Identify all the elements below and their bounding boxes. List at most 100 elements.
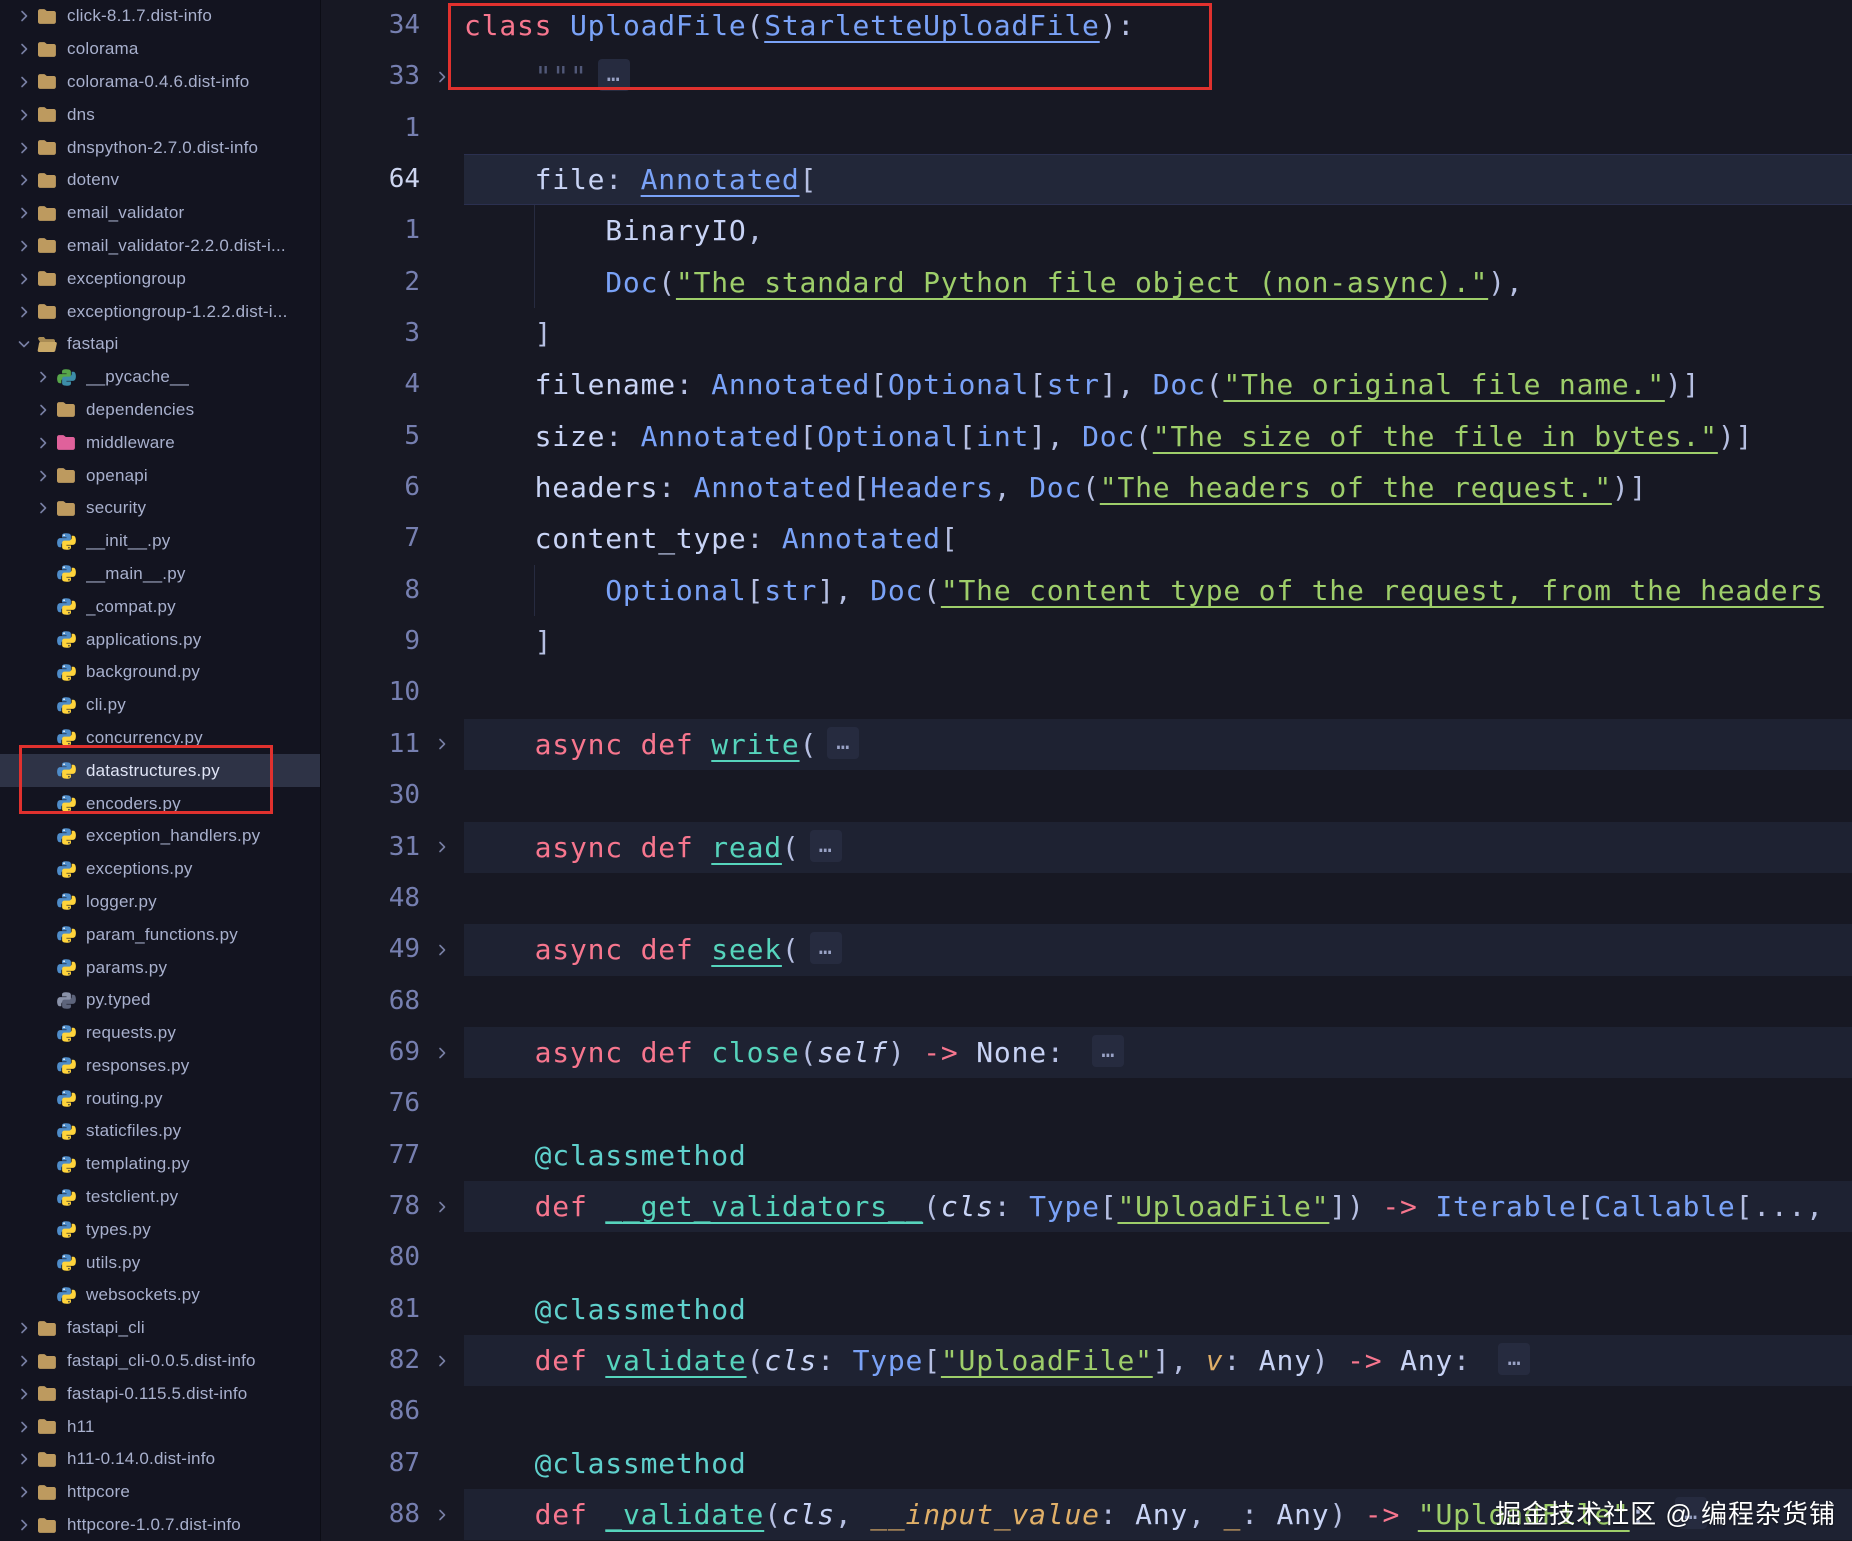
fold-chevron-icon[interactable] (420, 822, 464, 873)
tree-item-exceptiongroup-1-2-2-dist-i[interactable]: exceptiongroup-1.2.2.dist-i... (0, 295, 320, 328)
chevron-right-icon[interactable] (12, 8, 36, 24)
tree-item-main-py[interactable]: __main__.py (0, 558, 320, 591)
code-line[interactable]: 2 Doc("The standard Python file object (… (321, 256, 1852, 309)
fold-chevron-icon[interactable] (420, 1027, 464, 1078)
tree-item-exception-handlers-py[interactable]: exception_handlers.py (0, 820, 320, 853)
tree-item-openapi[interactable]: openapi (0, 459, 320, 492)
fold-chevron-icon[interactable] (420, 1335, 464, 1386)
tree-item-email-validator[interactable]: email_validator (0, 197, 320, 230)
tree-item-colorama[interactable]: colorama (0, 33, 320, 66)
code-line[interactable]: 68 (321, 976, 1852, 1027)
code-line[interactable]: 9 ] (321, 616, 1852, 667)
tree-item-responses-py[interactable]: responses.py (0, 1050, 320, 1083)
chevron-down-icon[interactable] (12, 336, 36, 352)
fold-placeholder[interactable]: … (827, 726, 860, 759)
tree-item-utils-py[interactable]: utils.py (0, 1246, 320, 1279)
chevron-right-icon[interactable] (12, 1451, 36, 1467)
tree-item-email-validator-2-2-0-dist-i[interactable]: email_validator-2.2.0.dist-i... (0, 230, 320, 263)
code-line[interactable]: 49 async def seek(… (321, 924, 1852, 976)
fold-placeholder[interactable]: … (809, 829, 842, 862)
tree-item-routing-py[interactable]: routing.py (0, 1082, 320, 1115)
code-line[interactable]: 76 (321, 1078, 1852, 1129)
tree-item-exceptiongroup[interactable]: exceptiongroup (0, 262, 320, 295)
chevron-right-icon[interactable] (31, 369, 55, 385)
code-line[interactable]: 64 file: Annotated[ (321, 154, 1852, 206)
tree-item-templating-py[interactable]: templating.py (0, 1148, 320, 1181)
chevron-right-icon[interactable] (12, 172, 36, 188)
fold-placeholder[interactable]: … (597, 59, 630, 92)
tree-item-colorama-0-4-6-dist-info[interactable]: colorama-0.4.6.dist-info (0, 66, 320, 99)
chevron-right-icon[interactable] (12, 205, 36, 221)
fold-chevron-icon[interactable] (420, 1181, 464, 1232)
tree-item-h11-0-14-0-dist-info[interactable]: h11-0.14.0.dist-info (0, 1443, 320, 1476)
chevron-right-icon[interactable] (31, 402, 55, 418)
tree-item-py-typed[interactable]: py.typed (0, 984, 320, 1017)
chevron-right-icon[interactable] (12, 1353, 36, 1369)
code-line[interactable]: 31 async def read(… (321, 821, 1852, 873)
tree-item-requests-py[interactable]: requests.py (0, 1017, 320, 1050)
tree-item-types-py[interactable]: types.py (0, 1213, 320, 1246)
code-line[interactable]: 30 (321, 770, 1852, 821)
tree-item-h11[interactable]: h11 (0, 1410, 320, 1443)
tree-item-httpcore-1-0-7-dist-info[interactable]: httpcore-1.0.7.dist-info (0, 1509, 320, 1541)
tree-item-logger-py[interactable]: logger.py (0, 886, 320, 919)
tree-item-datastructures-py[interactable]: datastructures.py (0, 754, 320, 788)
tree-item-staticfiles-py[interactable]: staticfiles.py (0, 1115, 320, 1148)
code-line[interactable]: 78 def __get_validators__(cls: Type["Upl… (321, 1180, 1852, 1233)
fold-chevron-icon[interactable] (420, 719, 464, 770)
code-line[interactable]: 69 async def close(self) -> None: … (321, 1026, 1852, 1079)
fold-chevron-icon[interactable] (420, 51, 464, 102)
tree-item-params-py[interactable]: params.py (0, 951, 320, 984)
code-line[interactable]: 7 content_type: Annotated[ (321, 513, 1852, 564)
chevron-right-icon[interactable] (12, 1517, 36, 1533)
code-line[interactable]: 5 size: Annotated[Optional[int], Doc("Th… (321, 411, 1852, 462)
tree-item-dns[interactable]: dns (0, 98, 320, 131)
tree-item-concurrency-py[interactable]: concurrency.py (0, 722, 320, 755)
tree-item-applications-py[interactable]: applications.py (0, 623, 320, 656)
code-line[interactable]: 33 """… (321, 51, 1852, 102)
chevron-right-icon[interactable] (12, 271, 36, 287)
tree-item-websockets-py[interactable]: websockets.py (0, 1279, 320, 1312)
tree-item-fastapi[interactable]: fastapi (0, 328, 320, 361)
code-line[interactable]: 81 @classmethod (321, 1284, 1852, 1335)
code-editor[interactable]: 34 class UploadFile(StarletteUploadFile):… (321, 0, 1852, 1541)
tree-item-dotenv[interactable]: dotenv (0, 164, 320, 197)
tree-item-compat-py[interactable]: _compat.py (0, 590, 320, 623)
tree-item-exceptions-py[interactable]: exceptions.py (0, 853, 320, 886)
fold-placeholder[interactable]: … (809, 932, 842, 965)
tree-item-pycache[interactable]: __pycache__ (0, 361, 320, 394)
chevron-right-icon[interactable] (31, 435, 55, 451)
code-line[interactable]: 6 headers: Annotated[Headers, Doc("The h… (321, 462, 1852, 513)
code-line[interactable]: 82 def validate(cls: Type["UploadFile"],… (321, 1334, 1852, 1387)
tree-item-background-py[interactable]: background.py (0, 656, 320, 689)
code-line[interactable]: 10 (321, 667, 1852, 718)
code-line[interactable]: 4 filename: Annotated[Optional[str], Doc… (321, 359, 1852, 410)
code-line[interactable]: 1 BinaryIO, (321, 205, 1852, 257)
tree-item-cli-py[interactable]: cli.py (0, 689, 320, 722)
code-line[interactable]: 87 @classmethod (321, 1438, 1852, 1489)
tree-item-encoders-py[interactable]: encoders.py (0, 787, 320, 820)
code-line[interactable]: 11 async def write(… (321, 718, 1852, 771)
tree-item-click-8-1-7-dist-info[interactable]: click-8.1.7.dist-info (0, 0, 320, 33)
chevron-right-icon[interactable] (12, 304, 36, 320)
tree-item-fastapi-cli[interactable]: fastapi_cli (0, 1312, 320, 1345)
chevron-right-icon[interactable] (12, 1320, 36, 1336)
tree-item-dependencies[interactable]: dependencies (0, 394, 320, 427)
fold-placeholder[interactable]: … (1498, 1342, 1531, 1375)
chevron-right-icon[interactable] (12, 1419, 36, 1435)
chevron-right-icon[interactable] (12, 140, 36, 156)
code-line[interactable]: 34 class UploadFile(StarletteUploadFile): (321, 0, 1852, 51)
chevron-right-icon[interactable] (12, 74, 36, 90)
tree-item-dnspython-2-7-0-dist-info[interactable]: dnspython-2.7.0.dist-info (0, 131, 320, 164)
tree-item-fastapi-0-115-5-dist-info[interactable]: fastapi-0.115.5.dist-info (0, 1377, 320, 1410)
chevron-right-icon[interactable] (31, 500, 55, 516)
chevron-right-icon[interactable] (12, 41, 36, 57)
code-line[interactable]: 80 (321, 1232, 1852, 1283)
tree-item-fastapi-cli-0-0-5-dist-info[interactable]: fastapi_cli-0.0.5.dist-info (0, 1345, 320, 1378)
chevron-right-icon[interactable] (12, 238, 36, 254)
tree-item-init-py[interactable]: __init__.py (0, 525, 320, 558)
code-line[interactable]: 77 @classmethod (321, 1130, 1852, 1181)
code-line[interactable]: 8 Optional[str], Doc("The content type o… (321, 564, 1852, 617)
tree-item-httpcore[interactable]: httpcore (0, 1476, 320, 1509)
tree-item-security[interactable]: security (0, 492, 320, 525)
